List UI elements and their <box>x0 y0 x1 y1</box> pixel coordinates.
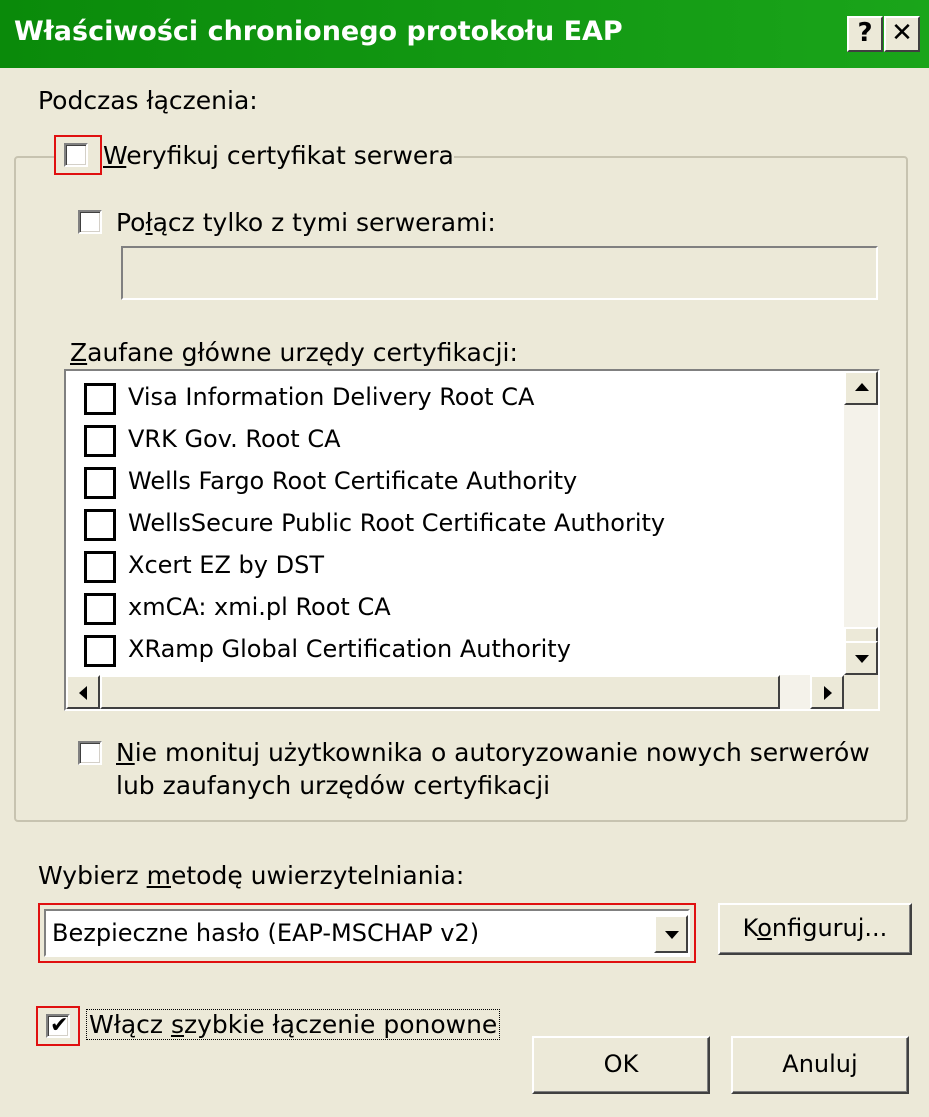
ca-item-label: VRK Gov. Root CA <box>128 425 341 453</box>
verify-cert-checkbox[interactable] <box>64 143 88 167</box>
ca-list-item[interactable]: XRamp Global Certification Authority <box>84 633 844 673</box>
cancel-button[interactable]: Anuluj <box>731 1036 909 1094</box>
ca-item-checkbox[interactable] <box>84 467 116 499</box>
scroll-left-button[interactable] <box>66 675 100 709</box>
close-icon: ✕ <box>891 18 913 48</box>
connect-only-label[interactable]: Połącz tylko z tymi serwerami: <box>116 208 496 237</box>
ca-item-checkbox[interactable] <box>84 551 116 583</box>
no-prompt-label-line2[interactable]: lub zaufanych urzędów certyfikacji <box>116 771 550 800</box>
ok-button[interactable]: OK <box>532 1036 710 1094</box>
configure-button[interactable]: Konfiguruj... <box>718 903 912 955</box>
verify-cert-label[interactable]: Weryfikuj certyfikat serwera <box>103 141 454 170</box>
servers-input[interactable] <box>121 246 878 300</box>
ca-item-checkbox[interactable] <box>84 383 116 415</box>
scrollbar-corner <box>844 675 878 709</box>
title-bar: Właściwości chronionego protokołu EAP ? … <box>0 0 929 68</box>
scroll-up-button[interactable] <box>844 371 878 405</box>
auth-method-select[interactable]: Bezpieczne hasło (EAP-MSCHAP v2) <box>44 909 690 957</box>
ca-list-item[interactable]: VRK Gov. Root CA <box>84 423 844 463</box>
scroll-down-button[interactable] <box>844 641 878 675</box>
ca-list-item[interactable]: xmCA: xmi.pl Root CA <box>84 591 844 631</box>
arrow-left-icon <box>79 686 87 700</box>
ca-item-checkbox[interactable] <box>84 509 116 541</box>
auth-method-label: Wybierz metodę uwierzytelniania: <box>38 861 465 890</box>
close-button[interactable]: ✕ <box>884 16 920 52</box>
ca-item-label: Wells Fargo Root Certificate Authority <box>128 467 578 495</box>
fast-reconnect-checkbox[interactable]: ✔ <box>46 1013 70 1038</box>
ca-item-checkbox[interactable] <box>84 425 116 457</box>
ca-item-checkbox[interactable] <box>84 635 116 667</box>
ca-item-label: Visa Information Delivery Root CA <box>128 383 535 411</box>
scroll-right-button[interactable] <box>810 675 844 709</box>
ca-item-label: xmCA: xmi.pl Root CA <box>128 593 391 621</box>
hscroll-thumb[interactable] <box>100 675 780 709</box>
help-button[interactable]: ? <box>847 16 883 52</box>
ca-list-item[interactable]: Xcert EZ by DST <box>84 549 844 589</box>
no-prompt-checkbox[interactable] <box>78 741 102 765</box>
arrow-right-icon <box>824 686 832 700</box>
checkmark-icon: ✔ <box>50 1013 69 1038</box>
connect-section-label: Podczas łączenia: <box>38 86 258 115</box>
ca-item-checkbox[interactable] <box>84 593 116 625</box>
ca-list-item[interactable]: WellsSecure Public Root Certificate Auth… <box>84 507 844 547</box>
arrow-down-icon <box>855 655 869 663</box>
arrow-up-icon <box>855 383 869 391</box>
ca-list-item[interactable]: Wells Fargo Root Certificate Authority <box>84 465 844 505</box>
window-title: Właściwości chronionego protokołu EAP <box>14 16 623 47</box>
no-prompt-label-line1[interactable]: Nie monituj użytkownika o autoryzowanie … <box>116 738 870 767</box>
chevron-down-icon <box>665 931 679 939</box>
trusted-ca-label: Zaufane główne urzędy certyfikacji: <box>70 338 518 367</box>
ca-item-label: XRamp Global Certification Authority <box>128 635 571 663</box>
ca-list-item[interactable]: Visa Information Delivery Root CA <box>84 381 844 421</box>
ca-list[interactable]: Visa Information Delivery Root CA VRK Go… <box>64 369 880 711</box>
ca-item-label: WellsSecure Public Root Certificate Auth… <box>128 509 666 537</box>
auth-method-selected: Bezpieczne hasło (EAP-MSCHAP v2) <box>52 919 480 947</box>
ca-item-label: Xcert EZ by DST <box>128 551 324 579</box>
connect-only-checkbox[interactable] <box>78 210 102 234</box>
fast-reconnect-label[interactable]: Włącz szybkie łączenie ponowne <box>86 1009 501 1040</box>
dropdown-button[interactable] <box>654 915 688 953</box>
